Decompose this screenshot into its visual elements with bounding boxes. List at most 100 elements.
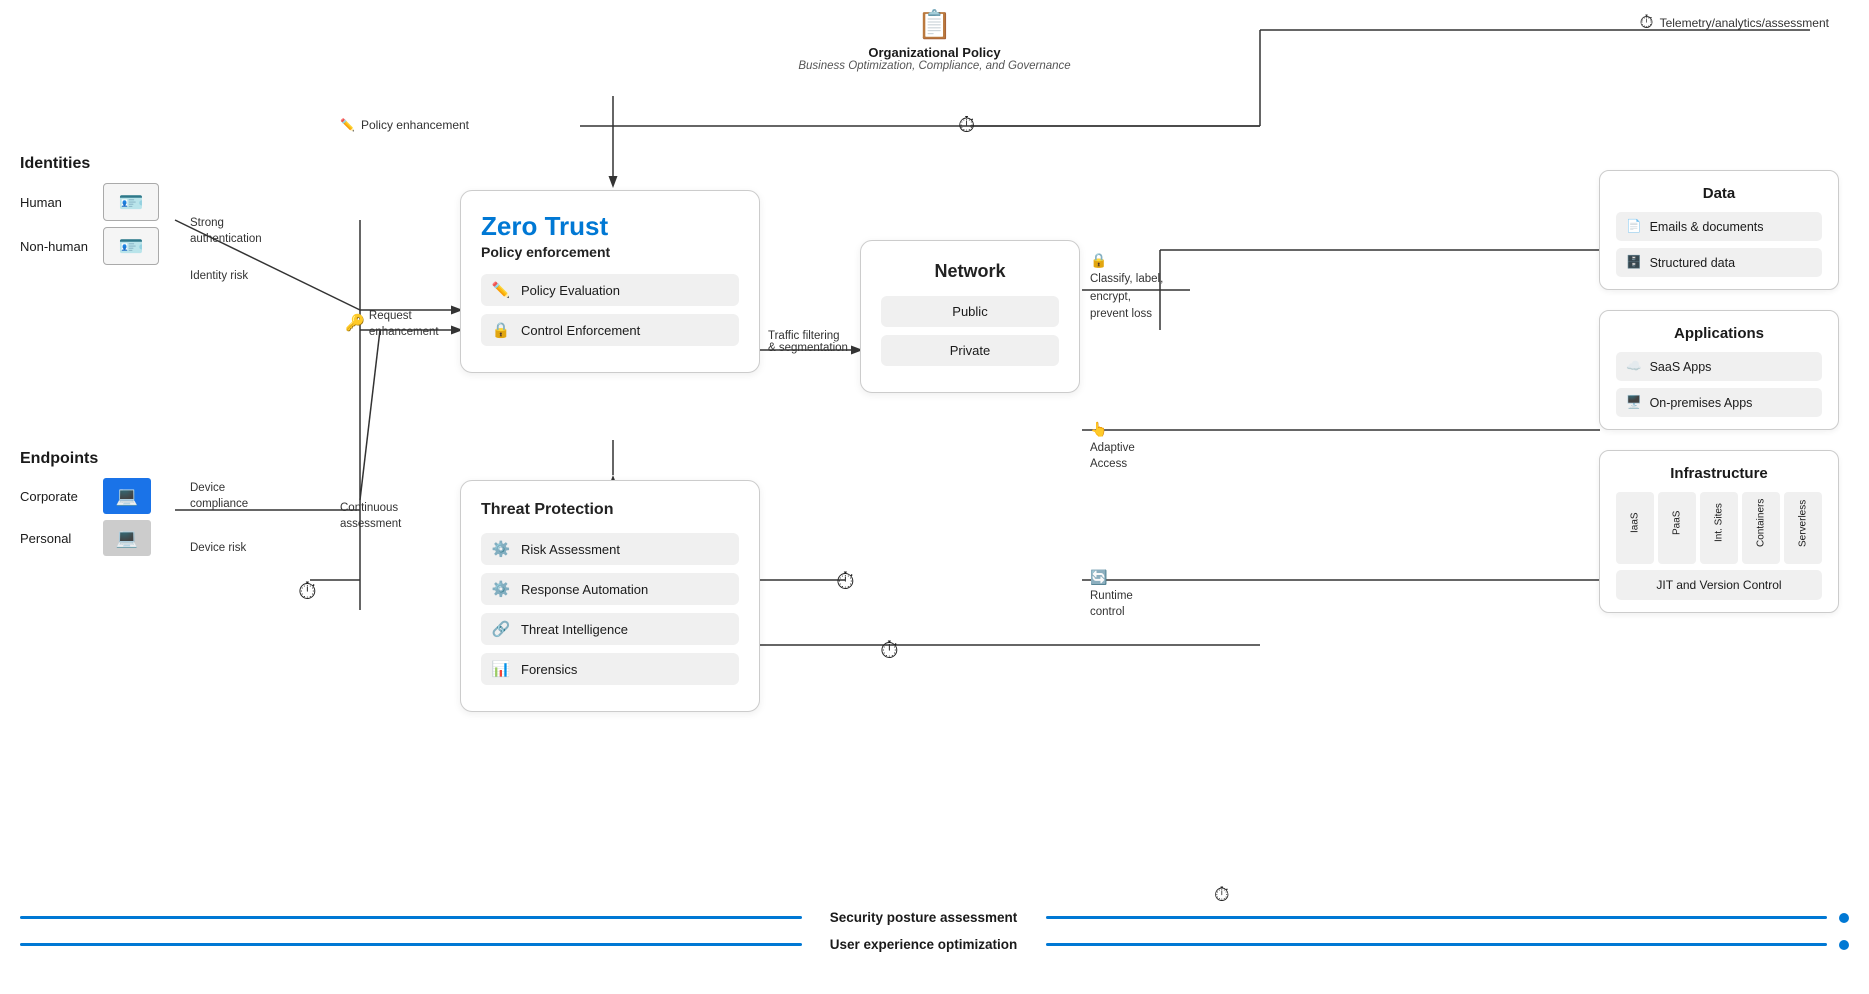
endpoint-personal-label: Personal xyxy=(20,531,95,546)
infra-row: IaaS PaaS Int. Sites Containers Serverle… xyxy=(1616,492,1822,564)
identity-risk-label: Identity risk xyxy=(190,268,248,284)
continuous-assessment-label: Continuous assessment xyxy=(340,500,401,532)
identities-section: Identities Human 🪪 Non-human 🪪 xyxy=(20,155,159,271)
right-panel: Data 📄 Emails & documents 🗄️ Structured … xyxy=(1599,170,1839,613)
traffic-filtering-label: Traffic filtering & segmentation xyxy=(768,330,848,354)
tp-item-3: 📊 Forensics xyxy=(481,653,739,685)
refresh-icon: 🔄 xyxy=(1090,569,1107,585)
infra-jit-label: JIT and Version Control xyxy=(1616,570,1822,600)
apps-card-item-0: ☁️ SaaS Apps xyxy=(1616,352,1822,381)
identities-title: Identities xyxy=(20,155,159,173)
gauge-response-automation: ⏱ xyxy=(836,568,855,596)
device-icon-corporate: 💻 xyxy=(103,478,151,514)
network-title: Network xyxy=(881,261,1059,282)
data-card-item-1: 🗄️ Structured data xyxy=(1616,248,1822,277)
id-card-icon-nonhuman: 🪪 xyxy=(103,227,159,265)
infra-item-0: IaaS xyxy=(1616,492,1654,564)
identity-row-nonhuman: Non-human 🪪 xyxy=(20,227,159,265)
bottom-dot-security xyxy=(1839,913,1849,923)
tp-icon-0: ⚙️ xyxy=(491,540,511,558)
data-card-title: Data xyxy=(1616,185,1822,202)
network-box: Network Public Private xyxy=(860,240,1080,393)
gauge-policy: ⏱ xyxy=(958,112,975,138)
data-item-label-1: Structured data xyxy=(1650,256,1735,270)
telemetry-label: ⏱ Telemetry/analytics/assessment xyxy=(1640,12,1829,33)
runtime-control-label: 🔄 Runtime control xyxy=(1090,568,1133,620)
threat-protection-title: Threat Protection xyxy=(481,501,739,519)
org-policy-title: Organizational Policy xyxy=(868,45,1000,60)
infrastructure-card: Infrastructure IaaS PaaS Int. Sites Cont… xyxy=(1599,450,1839,613)
tp-icon-3: 📊 xyxy=(491,660,511,678)
gauge-left-bottom: ⏱ xyxy=(298,578,317,606)
bottom-security-label: Security posture assessment xyxy=(814,910,1034,925)
db-icon: 🗄️ xyxy=(1626,255,1642,270)
endpoint-corporate-label: Corporate xyxy=(20,489,95,504)
zt-item-0: ✏️ Policy Evaluation xyxy=(481,274,739,306)
data-item-label-0: Emails & documents xyxy=(1650,220,1764,234)
fingerprint-icon: 👆 xyxy=(1090,421,1107,437)
cloud-icon: ☁️ xyxy=(1626,359,1642,374)
bottom-ux-label: User experience optimization xyxy=(814,937,1034,952)
identity-human-label: Human xyxy=(20,195,95,210)
adaptive-access-label: 👆 Adaptive Access xyxy=(1090,420,1135,472)
tp-icon-2: 🔗 xyxy=(491,620,511,638)
doc-icon: 📋 xyxy=(917,8,952,41)
connections-svg xyxy=(0,0,1869,994)
email-icon: 📄 xyxy=(1626,219,1642,234)
endpoints-section: Endpoints Corporate 💻 Personal 💻 xyxy=(20,450,151,562)
zt-item-icon-0: ✏️ xyxy=(491,281,511,299)
apps-item-label-1: On-premises Apps xyxy=(1650,396,1753,410)
zt-item-label-1: Control Enforcement xyxy=(521,323,640,338)
infra-item-1: PaaS xyxy=(1658,492,1696,564)
zero-trust-box: Zero Trust Policy enforcement ✏️ Policy … xyxy=(460,190,760,373)
infrastructure-card-title: Infrastructure xyxy=(1616,465,1822,482)
tp-label-3: Forensics xyxy=(521,662,577,677)
bottom-row-ux: User experience optimization xyxy=(20,937,1849,952)
bottom-line-security-right xyxy=(1046,916,1828,919)
net-item-public: Public xyxy=(881,296,1059,327)
infra-item-3: Containers xyxy=(1742,492,1780,564)
apps-item-label-0: SaaS Apps xyxy=(1650,360,1712,374)
data-card: Data 📄 Emails & documents 🗄️ Structured … xyxy=(1599,170,1839,290)
tp-item-2: 🔗 Threat Intelligence xyxy=(481,613,739,645)
strong-auth-label: Strong authentication xyxy=(190,215,262,247)
tp-icon-1: ⚙️ xyxy=(491,580,511,598)
endpoints-title: Endpoints xyxy=(20,450,151,468)
bottom-line-security-left xyxy=(20,916,802,919)
zt-item-label-0: Policy Evaluation xyxy=(521,283,620,298)
org-policy-subtitle: Business Optimization, Compliance, and G… xyxy=(798,60,1070,72)
device-compliance-label: Device compliance xyxy=(190,480,248,512)
bottom-row-security: Security posture assessment xyxy=(20,910,1849,925)
gauge-zt-tp: ⏱ xyxy=(1214,885,1230,905)
id-card-icon-human: 🪪 xyxy=(103,183,159,221)
zt-item-1: 🔒 Control Enforcement xyxy=(481,314,739,346)
request-enhancement-label: 🔑 Request enhancement xyxy=(345,308,439,340)
zero-trust-title: Zero Trust xyxy=(481,211,739,242)
monitor-icon: 🖥️ xyxy=(1626,395,1642,410)
bottom-line-ux-left xyxy=(20,943,802,946)
gauge-forensics: ⏱ xyxy=(880,637,899,665)
device-risk-label: Device risk xyxy=(190,540,246,556)
endpoint-row-corporate: Corporate 💻 xyxy=(20,478,151,514)
lock-classify-icon: 🔒 xyxy=(1090,252,1107,268)
zero-trust-subtitle: Policy enforcement xyxy=(481,244,739,260)
tp-item-0: ⚙️ Risk Assessment xyxy=(481,533,739,565)
key-icon: 🔑 xyxy=(345,313,365,335)
infra-item-2: Int. Sites xyxy=(1700,492,1738,564)
applications-card: Applications ☁️ SaaS Apps 🖥️ On-premises… xyxy=(1599,310,1839,430)
identity-row-human: Human 🪪 xyxy=(20,183,159,221)
org-policy: 📋 Organizational Policy Business Optimiz… xyxy=(798,8,1070,72)
apps-card-item-1: 🖥️ On-premises Apps xyxy=(1616,388,1822,417)
tp-item-1: ⚙️ Response Automation xyxy=(481,573,739,605)
bottom-dot-ux xyxy=(1839,940,1849,950)
classify-label: 🔒 Classify, label, encrypt, prevent loss xyxy=(1090,250,1163,323)
policy-enhancement-label: ✏️ Policy enhancement xyxy=(340,118,469,132)
applications-card-title: Applications xyxy=(1616,325,1822,342)
tp-label-1: Response Automation xyxy=(521,582,648,597)
data-card-item-0: 📄 Emails & documents xyxy=(1616,212,1822,241)
edit-icon: ✏️ xyxy=(340,118,355,132)
device-icon-personal: 💻 xyxy=(103,520,151,556)
bottom-line-ux-right xyxy=(1046,943,1828,946)
bottom-section: Security posture assessment User experie… xyxy=(20,910,1849,964)
diagram-container: ⏱ Telemetry/analytics/assessment 📋 Organ… xyxy=(0,0,1869,994)
